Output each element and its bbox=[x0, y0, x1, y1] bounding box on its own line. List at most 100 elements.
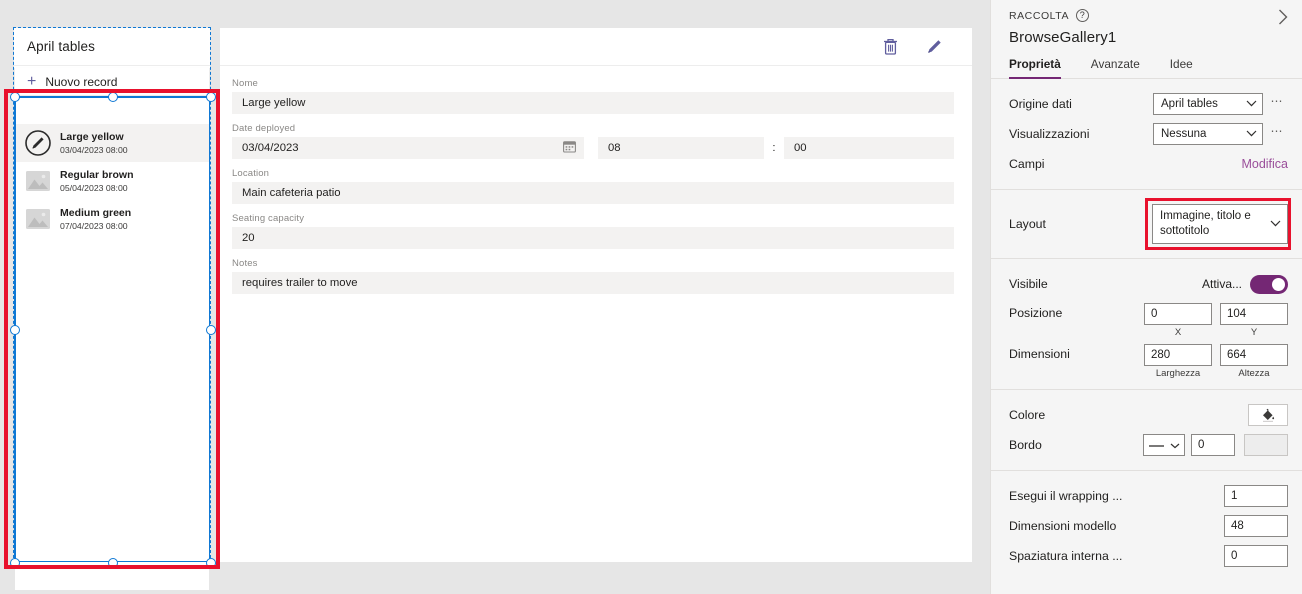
data-section: Origine dati April tables ⋯ Visualizzazi… bbox=[991, 79, 1302, 190]
size-width-cell: 280 Larghezza bbox=[1144, 344, 1212, 379]
wrap-count-input[interactable]: 1 bbox=[1224, 485, 1288, 507]
app-screen-preview: April tables + Nuovo record Large yellow… bbox=[13, 27, 211, 590]
form-field-seating-capacity: Seating capacity 20 bbox=[232, 213, 954, 249]
template-padding-row: Spaziatura interna ... 0 bbox=[1009, 541, 1288, 571]
form-field-date-deployed: Date deployed 03/04/2023 08: 00 bbox=[232, 123, 954, 159]
size-height-input[interactable]: 664 bbox=[1220, 344, 1288, 366]
position-y-input[interactable]: 104 bbox=[1220, 303, 1288, 325]
calendar-icon[interactable] bbox=[563, 140, 576, 156]
layout-row: Layout Immagine, titolo e sottotitolo bbox=[1009, 204, 1288, 244]
color-border-section: Colore Bordo 0 bbox=[991, 390, 1302, 471]
visible-state-text: Attiva... bbox=[1201, 277, 1242, 291]
gallery-item[interactable]: Large yellow 03/04/2023 08:00 bbox=[15, 124, 209, 162]
size-width-caption: Larghezza bbox=[1155, 368, 1201, 379]
size-height-caption: Altezza bbox=[1238, 368, 1270, 379]
paint-bucket-icon[interactable] bbox=[1248, 404, 1288, 426]
position-y-caption: Y bbox=[1250, 327, 1258, 338]
form-field-nome: Nome Large yellow bbox=[232, 78, 954, 114]
position-x-input[interactable]: 0 bbox=[1144, 303, 1212, 325]
field-value[interactable]: requires trailer to move bbox=[232, 272, 954, 294]
layout-label: Layout bbox=[1009, 217, 1046, 231]
data-source-select[interactable]: April tables bbox=[1153, 93, 1263, 115]
color-row: Colore bbox=[1009, 400, 1288, 430]
field-label: Seating capacity bbox=[232, 213, 305, 224]
template-size-input[interactable]: 48 bbox=[1224, 515, 1288, 537]
tab-idee[interactable]: Idee bbox=[1170, 57, 1193, 78]
fields-edit-link[interactable]: Modifica bbox=[1241, 157, 1288, 171]
hour-input[interactable]: 08 bbox=[598, 137, 764, 159]
position-x-cell: 0 X bbox=[1144, 303, 1212, 338]
template-padding-label: Spaziatura interna ... bbox=[1009, 549, 1123, 563]
fields-row: Campi Modifica bbox=[1009, 149, 1288, 179]
field-value[interactable]: 20 bbox=[232, 227, 954, 249]
powerapps-studio-window: April tables + Nuovo record Large yellow… bbox=[0, 0, 1302, 594]
field-value[interactable]: Main cafeteria patio bbox=[232, 182, 954, 204]
date-value: 03/04/2023 bbox=[242, 142, 299, 154]
browse-gallery[interactable]: Large yellow 03/04/2023 08:00 Regular br… bbox=[15, 124, 209, 590]
tab-proprieta[interactable]: Proprietà bbox=[1009, 57, 1061, 79]
chevron-down-icon bbox=[1246, 98, 1257, 110]
size-height-cell: 664 Altezza bbox=[1220, 344, 1288, 379]
field-label: Nome bbox=[232, 78, 258, 89]
properties-kicker: RACCOLTA ? bbox=[1009, 9, 1288, 22]
data-source-more-icon[interactable]: ⋯ bbox=[1266, 95, 1288, 110]
minute-input[interactable]: 00 bbox=[784, 137, 954, 159]
layout-section: Layout Immagine, titolo e sottotitolo bbox=[991, 190, 1302, 259]
date-input[interactable]: 03/04/2023 bbox=[232, 137, 584, 159]
app-canvas-area: April tables + Nuovo record Large yellow… bbox=[0, 0, 990, 594]
toggle-knob bbox=[1272, 277, 1285, 291]
tab-avanzate[interactable]: Avanzate bbox=[1091, 57, 1140, 78]
gallery-item-text: Regular brown 05/04/2023 08:00 bbox=[60, 169, 134, 194]
template-padding-control: 0 bbox=[1224, 545, 1288, 567]
template-size-row: Dimensioni modello 48 bbox=[1009, 511, 1288, 541]
field-label: Date deployed bbox=[232, 123, 296, 134]
properties-panel: RACCOLTA ? BrowseGallery1 Proprietà Avan… bbox=[990, 0, 1302, 594]
gallery-item[interactable]: Regular brown 05/04/2023 08:00 bbox=[15, 162, 209, 200]
trash-icon[interactable] bbox=[882, 37, 899, 56]
template-size-label: Dimensioni modello bbox=[1009, 519, 1117, 533]
visible-label: Visibile bbox=[1009, 277, 1048, 291]
visible-toggle[interactable] bbox=[1250, 274, 1288, 294]
gallery-item-title: Large yellow bbox=[60, 130, 124, 143]
template-padding-input[interactable]: 0 bbox=[1224, 545, 1288, 567]
chevron-right-icon[interactable] bbox=[1272, 6, 1294, 28]
question-circle-icon[interactable]: ? bbox=[1076, 9, 1090, 22]
data-source-label: Origine dati bbox=[1009, 97, 1072, 111]
layout-select[interactable]: Immagine, titolo e sottotitolo bbox=[1152, 204, 1288, 244]
views-more-icon[interactable]: ⋯ bbox=[1266, 125, 1288, 140]
pencil-icon[interactable] bbox=[925, 37, 944, 56]
control-name: BrowseGallery1 bbox=[1009, 29, 1117, 46]
visible-row: Visibile Attiva... bbox=[1009, 269, 1288, 299]
pencil-circle-icon bbox=[25, 130, 51, 156]
detail-form-panel: Nome Large yellow Date deployed 03/04/20… bbox=[220, 28, 972, 562]
field-value[interactable]: Large yellow bbox=[232, 92, 954, 114]
fields-label: Campi bbox=[1009, 157, 1045, 171]
plus-icon: + bbox=[27, 72, 37, 90]
views-row: Visualizzazioni Nessuna ⋯ bbox=[1009, 119, 1288, 149]
template-section: Esegui il wrapping ... 1 Dimensioni mode… bbox=[991, 471, 1302, 581]
border-style-select[interactable] bbox=[1143, 434, 1185, 456]
appearance-section: Visibile Attiva... Posizione 0 X 104 Y D… bbox=[991, 259, 1302, 390]
color-controls bbox=[1248, 404, 1288, 426]
data-source-value: April tables bbox=[1161, 98, 1218, 110]
screen-header: April tables bbox=[14, 28, 210, 66]
gallery-item-text: Large yellow 03/04/2023 08:00 bbox=[60, 131, 128, 156]
position-row: Posizione 0 X 104 Y bbox=[1009, 299, 1288, 338]
field-label: Location bbox=[232, 168, 270, 179]
screen-title: April tables bbox=[27, 39, 95, 54]
gallery-item[interactable]: Medium green 07/04/2023 08:00 bbox=[15, 200, 209, 238]
wrap-count-control: 1 bbox=[1224, 485, 1288, 507]
position-x-caption: X bbox=[1174, 327, 1182, 338]
new-record-button[interactable]: + Nuovo record bbox=[14, 68, 210, 96]
border-color-swatch[interactable] bbox=[1244, 434, 1288, 456]
size-width-input[interactable]: 280 bbox=[1144, 344, 1212, 366]
form-field-notes: Notes requires trailer to move bbox=[232, 258, 954, 294]
chevron-down-icon bbox=[1170, 436, 1180, 454]
size-label: Dimensioni bbox=[1009, 347, 1070, 361]
views-select[interactable]: Nessuna bbox=[1153, 123, 1263, 145]
wrap-count-label: Esegui il wrapping ... bbox=[1009, 489, 1123, 503]
border-thickness-input[interactable]: 0 bbox=[1191, 434, 1235, 456]
image-placeholder-icon bbox=[25, 206, 51, 232]
chevron-down-icon bbox=[1270, 217, 1281, 232]
form-field-location: Location Main cafeteria patio bbox=[232, 168, 954, 204]
